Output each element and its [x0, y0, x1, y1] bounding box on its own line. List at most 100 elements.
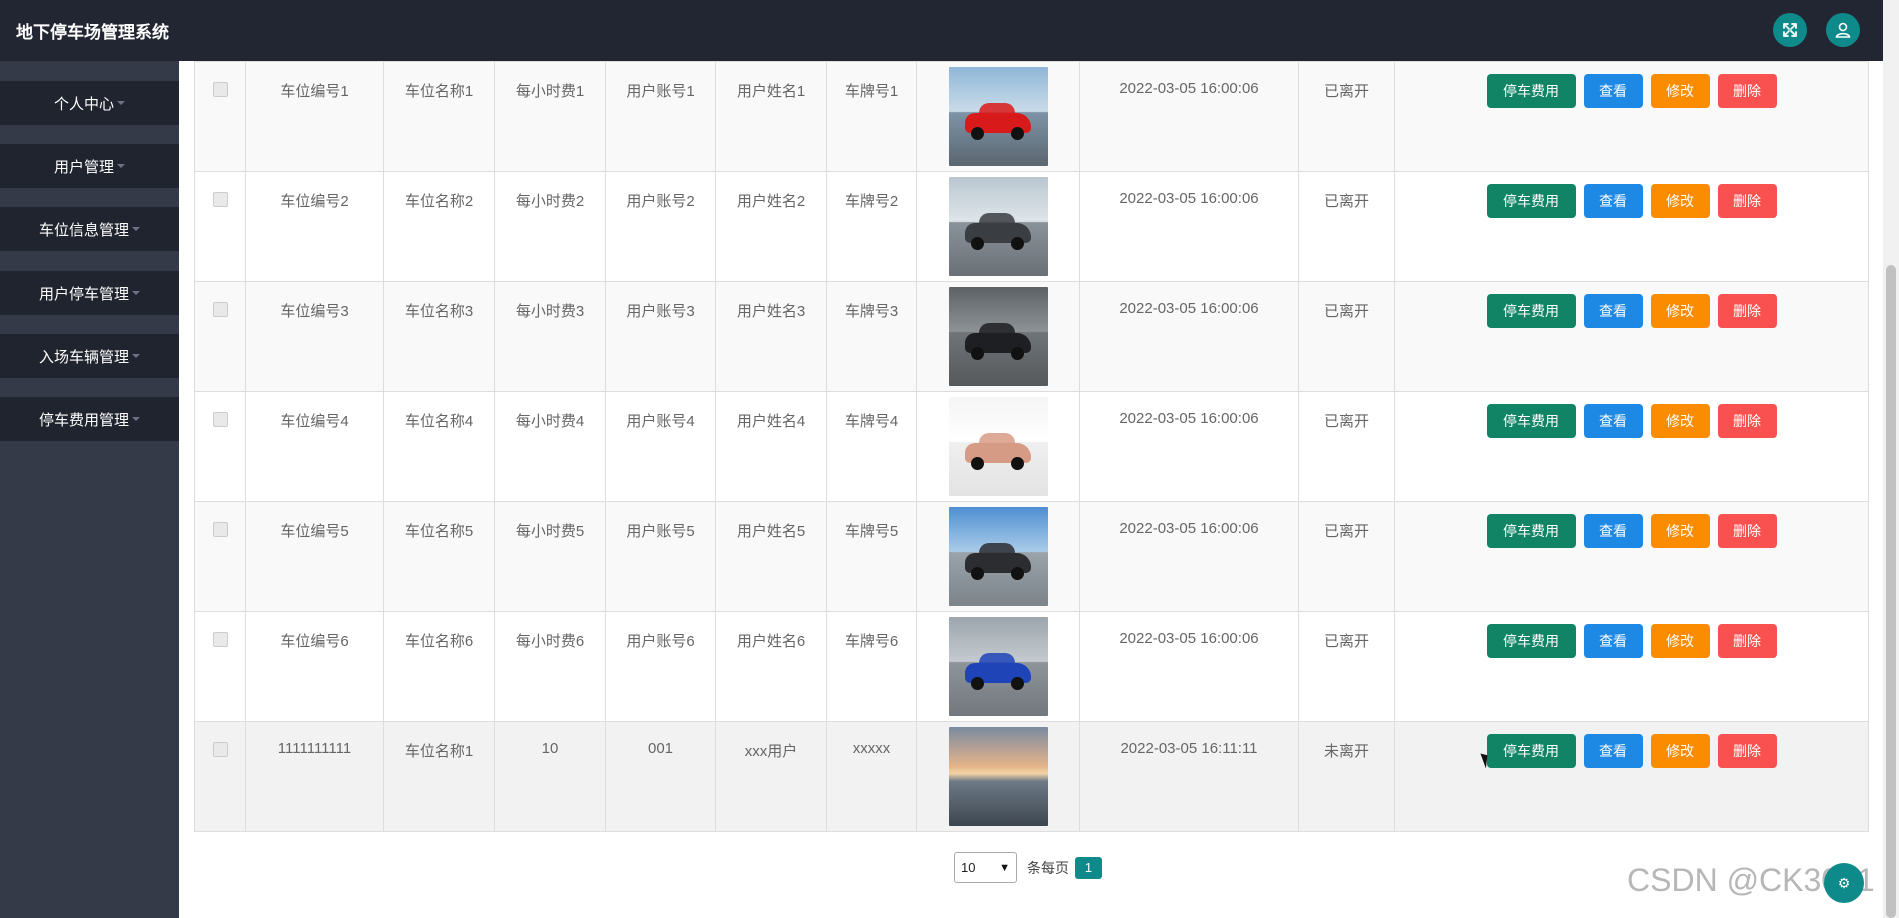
- parking-fee-button[interactable]: 停车费用: [1486, 404, 1576, 438]
- row-checkbox[interactable]: [212, 522, 228, 537]
- wheel-icon: [970, 567, 984, 580]
- cell-user-account: 用户账号2: [626, 193, 695, 210]
- edit-button[interactable]: 修改: [1650, 514, 1710, 548]
- cell-entry-time: 2022-03-05 16:11:11: [1120, 740, 1258, 757]
- parking-fee-button[interactable]: 停车费用: [1486, 624, 1576, 658]
- delete-button[interactable]: 删除: [1717, 734, 1777, 768]
- delete-button[interactable]: 删除: [1717, 74, 1777, 108]
- cell-plate-number: 车牌号2: [844, 193, 899, 210]
- settings-float-button[interactable]: ⚙: [1824, 863, 1864, 903]
- car-photo-dark-sedan: [948, 177, 1048, 276]
- cell-spot-number: 车位编号1: [280, 83, 349, 100]
- table-row: 车位编号5 车位名称5 每小时费5 用户账号5 用户姓名5 车牌号5 2022-03-05 …: [194, 501, 1869, 612]
- cell-user-account: 用户账号1: [626, 83, 695, 100]
- cell-plate-number: 车牌号1: [844, 83, 899, 100]
- delete-button[interactable]: 删除: [1717, 294, 1777, 328]
- cell-user-name: 用户姓名3: [736, 303, 806, 320]
- wheel-icon: [1010, 127, 1024, 140]
- sidebar-item-vehicle-entry[interactable]: 入场车辆管理: [0, 334, 179, 378]
- delete-button[interactable]: 删除: [1717, 404, 1777, 438]
- table-row: 车位编号2 车位名称2 每小时费2 用户账号2 用户姓名2 车牌号2 2022-03-05 …: [194, 171, 1869, 282]
- row-checkbox[interactable]: [212, 302, 228, 317]
- sidebar-item-user-parking[interactable]: 用户停车管理: [0, 271, 179, 315]
- sidebar-item-user-management[interactable]: 用户管理: [0, 144, 179, 188]
- view-button[interactable]: 查看: [1583, 734, 1643, 768]
- cell-spot-name: 车位名称3: [404, 303, 474, 320]
- caret-down-icon: [117, 164, 125, 168]
- cell-entry-time: 2022-03-05 16:00:06: [1119, 300, 1259, 317]
- user-icon[interactable]: [1826, 13, 1860, 47]
- cell-spot-number: 车位编号6: [280, 633, 349, 650]
- cell-entry-time: 2022-03-05 16:00:06: [1119, 410, 1259, 427]
- wheel-icon: [1010, 347, 1024, 360]
- fullscreen-icon[interactable]: [1773, 13, 1807, 47]
- cell-user-account: 用户账号3: [626, 303, 695, 320]
- edit-button[interactable]: 修改: [1650, 734, 1710, 768]
- cell-spot-number: 车位编号5: [280, 523, 349, 540]
- page-number-current[interactable]: 1: [1075, 856, 1102, 879]
- wheel-icon: [1010, 567, 1024, 580]
- scrollbar-thumb[interactable]: [1886, 265, 1896, 918]
- delete-button[interactable]: 删除: [1717, 624, 1777, 658]
- parking-fee-button[interactable]: 停车费用: [1486, 294, 1576, 328]
- sidebar-item-label: 停车费用管理: [38, 411, 129, 429]
- sidebar-item-parking-fee[interactable]: 停车费用管理: [0, 397, 179, 441]
- sidebar-item-label: 用户管理: [53, 158, 114, 176]
- table-row: 车位编号4 车位名称4 每小时费4 用户账号4 用户姓名4 车牌号4 2022-03-05 …: [194, 391, 1869, 502]
- sidebar-item-label: 车位信息管理: [38, 221, 129, 239]
- wheel-icon: [970, 677, 984, 690]
- cell-user-account: 用户账号5: [626, 523, 695, 540]
- cell-spot-name: 车位名称2: [404, 193, 474, 210]
- page-size-select[interactable]: 10 ▼: [954, 852, 1017, 883]
- wheel-icon: [970, 127, 984, 140]
- view-button[interactable]: 查看: [1583, 624, 1643, 658]
- view-button[interactable]: 查看: [1583, 184, 1643, 218]
- delete-button[interactable]: 删除: [1717, 514, 1777, 548]
- edit-button[interactable]: 修改: [1650, 74, 1710, 108]
- cell-user-name: 用户姓名6: [736, 633, 806, 650]
- cell-spot-name: 车位名称1: [404, 743, 474, 760]
- sidebar-item-personal-center[interactable]: 个人中心: [0, 81, 179, 125]
- edit-button[interactable]: 修改: [1650, 404, 1710, 438]
- cell-spot-name: 车位名称4: [404, 413, 474, 430]
- parking-fee-button[interactable]: 停车费用: [1486, 514, 1576, 548]
- row-checkbox[interactable]: [212, 742, 228, 757]
- cell-plate-number: 车牌号3: [844, 303, 899, 320]
- edit-button[interactable]: 修改: [1650, 184, 1710, 218]
- row-checkbox[interactable]: [212, 412, 228, 427]
- cell-plate-number: 车牌号4: [844, 413, 899, 430]
- gear-icon: ⚙: [1837, 874, 1851, 891]
- cell-spot-name: 车位名称6: [404, 633, 474, 650]
- parking-fee-button[interactable]: 停车费用: [1486, 734, 1576, 768]
- view-button[interactable]: 查看: [1583, 514, 1643, 548]
- cell-user-account: 001: [647, 740, 674, 757]
- table-row: 1111111111 车位名称1 10 001 xxx用户 xxxxx 2022-03-05…: [194, 721, 1869, 832]
- view-button[interactable]: 查看: [1583, 294, 1643, 328]
- cell-user-name: xxx用户: [744, 743, 798, 760]
- delete-button[interactable]: 删除: [1717, 184, 1777, 218]
- view-button[interactable]: 查看: [1583, 74, 1643, 108]
- sidebar-item-spot-info[interactable]: 车位信息管理: [0, 207, 179, 251]
- view-button[interactable]: 查看: [1583, 404, 1643, 438]
- edit-button[interactable]: 修改: [1650, 624, 1710, 658]
- person-icon: [1835, 22, 1851, 38]
- caret-down-icon: [132, 417, 140, 421]
- caret-down-icon: [132, 227, 140, 231]
- row-checkbox[interactable]: [212, 82, 228, 97]
- cell-hourly-fee: 每小时费2: [515, 193, 585, 210]
- cell-status: 已离开: [1323, 83, 1369, 100]
- cell-plate-number: 车牌号6: [844, 633, 899, 650]
- edit-button[interactable]: 修改: [1650, 294, 1710, 328]
- row-checkbox[interactable]: [212, 192, 228, 207]
- parking-fee-button[interactable]: 停车费用: [1486, 74, 1576, 108]
- row-checkbox[interactable]: [212, 632, 228, 647]
- sidebar-item-label: 个人中心: [53, 95, 114, 113]
- wheel-icon: [1010, 677, 1024, 690]
- cell-user-account: 用户账号6: [626, 633, 695, 650]
- page-size-value: 10: [961, 860, 976, 875]
- parking-fee-button[interactable]: 停车费用: [1486, 184, 1576, 218]
- per-page-label: 条每页: [1027, 859, 1069, 876]
- cell-plate-number: xxxxx: [852, 740, 891, 757]
- cell-spot-name: 车位名称1: [404, 83, 474, 100]
- cell-hourly-fee: 每小时费4: [515, 413, 585, 430]
